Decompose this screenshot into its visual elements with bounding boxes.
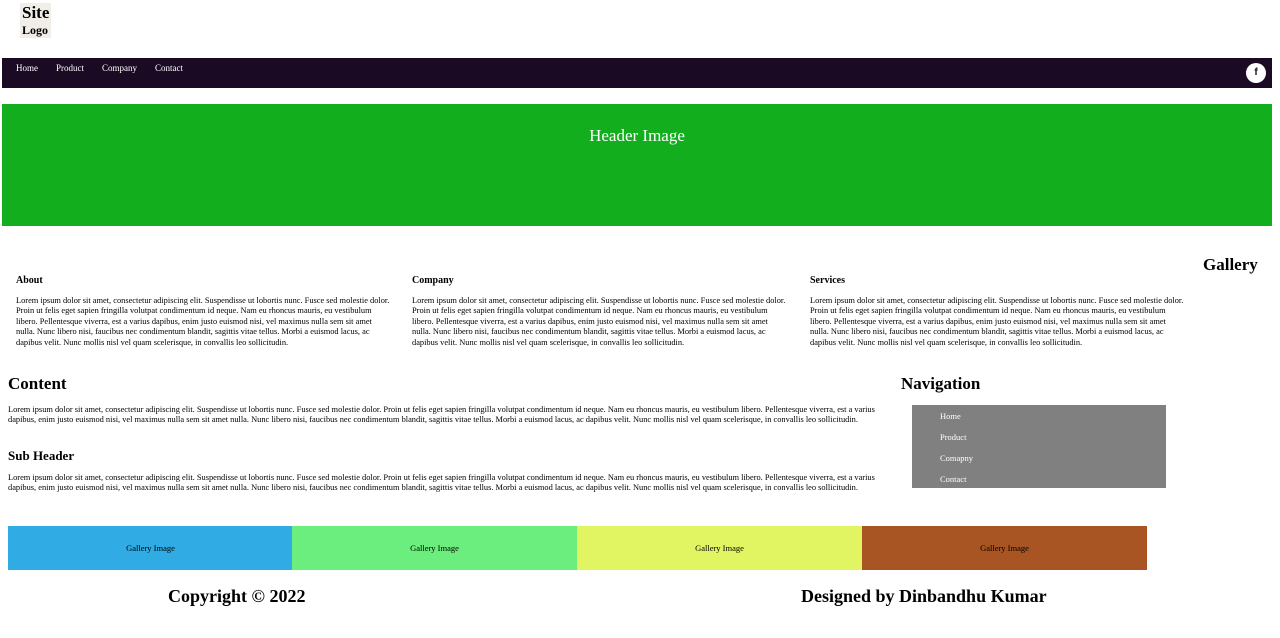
- gallery-image-2: Gallery Image: [292, 526, 577, 570]
- nav-contact[interactable]: Contact: [155, 63, 183, 73]
- sidenav-product[interactable]: Product: [940, 432, 966, 442]
- sidenav-contact[interactable]: Contact: [940, 474, 966, 484]
- gallery-image-label: Gallery Image: [410, 543, 459, 553]
- logo-line-1: Site: [22, 3, 50, 22]
- copyright-text: Copyright © 2022: [168, 586, 306, 606]
- services-section: Services Lorem ipsum dolor sit amet, con…: [810, 275, 1185, 348]
- services-title: Services: [810, 275, 845, 286]
- company-text: Lorem ipsum dolor sit amet, consectetur …: [412, 296, 786, 347]
- content-title: Content: [8, 374, 67, 393]
- sidenav-home[interactable]: Home: [940, 411, 961, 421]
- nav-company[interactable]: Company: [102, 63, 137, 73]
- header-image-label: Header Image: [589, 126, 685, 145]
- nav-home[interactable]: Home: [16, 63, 38, 73]
- logo-line-2: Logo: [22, 23, 49, 38]
- sidenav-company[interactable]: Comapny: [940, 453, 973, 463]
- gallery-image-1: Gallery Image: [8, 526, 293, 570]
- gallery-title: Gallery: [1203, 255, 1258, 274]
- gallery-image-label: Gallery Image: [695, 543, 744, 553]
- nav-product[interactable]: Product: [56, 63, 84, 73]
- about-title: About: [16, 275, 43, 286]
- content-text: Lorem ipsum dolor sit amet, consectetur …: [8, 405, 875, 425]
- about-section: About Lorem ipsum dolor sit amet, consec…: [16, 275, 391, 348]
- company-title: Company: [412, 275, 454, 286]
- gallery-image-4: Gallery Image: [862, 526, 1147, 570]
- designer-credit: Designed by Dinbandhu Kumar: [801, 586, 1047, 606]
- site-logo[interactable]: Site Logo: [20, 3, 52, 38]
- gallery-image-label: Gallery Image: [980, 543, 1029, 553]
- sub-header-text: Lorem ipsum dolor sit amet, consectetur …: [8, 473, 875, 493]
- top-navbar: Home Product Company Contact f: [2, 58, 1272, 88]
- facebook-icon[interactable]: f: [1246, 63, 1266, 83]
- sub-header: Sub Header: [8, 448, 75, 463]
- navigation-title: Navigation: [901, 374, 981, 393]
- gallery-image-3: Gallery Image: [577, 526, 862, 570]
- about-text: Lorem ipsum dolor sit amet, consectetur …: [16, 296, 390, 347]
- company-section: Company Lorem ipsum dolor sit amet, cons…: [412, 275, 787, 348]
- gallery-image-label: Gallery Image: [126, 543, 175, 553]
- header-image: Header Image: [2, 104, 1272, 226]
- side-navigation: Home Product Comapny Contact: [912, 405, 1166, 488]
- services-text: Lorem ipsum dolor sit amet, consectetur …: [810, 296, 1184, 347]
